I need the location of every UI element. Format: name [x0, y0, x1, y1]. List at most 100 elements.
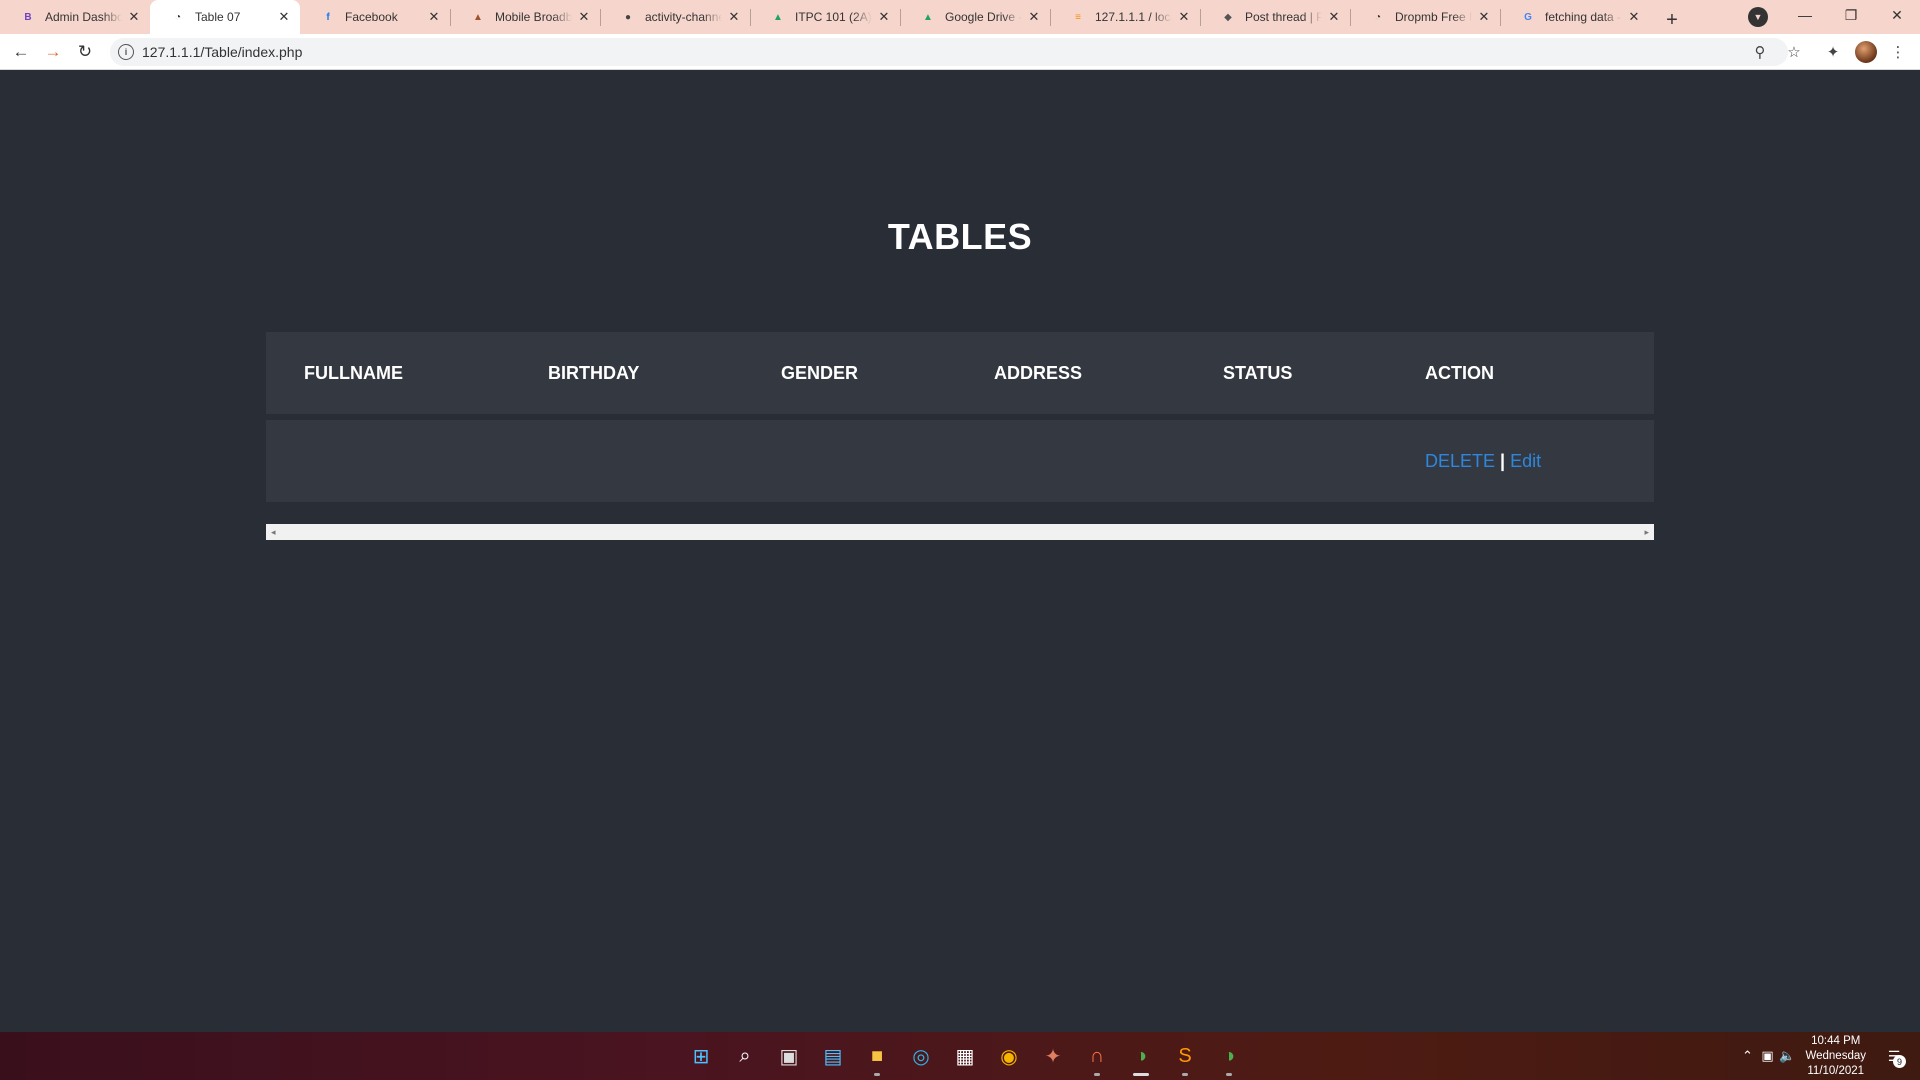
facebook-icon: f	[326, 11, 330, 23]
clock[interactable]: 10:44 PM Wednesday 11/10/2021	[1805, 1034, 1866, 1079]
browser-tab[interactable]: ▲ Mobile Broadba ✕	[450, 0, 600, 34]
bootstrap-icon: B	[24, 11, 32, 23]
column-header-action: ACTION	[1425, 362, 1494, 383]
tab-title: 127.1.1.1 / local	[1095, 10, 1172, 24]
tab-title: Post thread | Pin	[1245, 10, 1322, 24]
notification-center-icon[interactable]: ☰ 9	[1880, 1044, 1908, 1068]
tab-title: Mobile Broadba	[495, 10, 572, 24]
network-icon[interactable]: ▣	[1757, 1048, 1777, 1064]
new-tab-button[interactable]: +	[1658, 6, 1686, 34]
globe-icon: ◔	[174, 11, 182, 23]
google-drive-icon: ▲	[923, 11, 933, 23]
column-header-birthday: BIRTHDAY	[548, 362, 640, 383]
minimize-icon[interactable]: —	[1782, 0, 1828, 30]
tab-close-icon[interactable]: ✕	[1476, 9, 1492, 25]
browser-tab[interactable]: ◔ Table 07 ✕	[150, 0, 300, 34]
tab-title: Google Drive -	[945, 10, 1022, 24]
back-icon[interactable]: ←	[6, 37, 36, 67]
tab-title: ITPC 101 (2A) (2	[795, 10, 872, 24]
tab-close-icon[interactable]: ✕	[1026, 9, 1042, 25]
tab-title: fetching data -	[1545, 10, 1622, 24]
tab-search-icon[interactable]: ▼	[1748, 7, 1768, 27]
globe-icon: ◔	[1374, 11, 1382, 23]
scroll-left-arrow-icon[interactable]: ◂	[266, 527, 281, 538]
forward-icon[interactable]: →	[38, 37, 68, 67]
table-header-row: FULLNAME BIRTHDAY GENDER ADDRESS STATUS …	[266, 332, 1654, 414]
browser-tab[interactable]: ▲ ITPC 101 (2A) (2 ✕	[750, 0, 900, 34]
app-icon[interactable]: ✦	[1031, 1034, 1075, 1078]
tray-overflow-chevron-icon[interactable]: ⌃	[1737, 1048, 1757, 1064]
github-icon: ●	[624, 11, 632, 23]
browser-tab[interactable]: ● activity-channel ✕	[600, 0, 750, 34]
tab-title: Facebook	[345, 10, 398, 24]
taskbar: ⊞ ⌕ ▣ ▤ ■ ◎ ▦ ◉ ✦ ∩ ◑ S ◑ ⌃ ▣ 🔈 10:44 PM Wednesday 1…	[0, 1032, 1920, 1080]
browser-icon[interactable]: ◑	[1119, 1034, 1163, 1078]
tab-title: activity-channel	[645, 10, 722, 24]
google-drive-icon: ▲	[773, 11, 783, 23]
notification-badge: 9	[1893, 1055, 1906, 1068]
restore-icon[interactable]: ❐	[1828, 0, 1874, 30]
window-controls: — ❐ ✕	[1782, 0, 1920, 30]
tab-close-icon[interactable]: ✕	[426, 9, 442, 25]
store-icon[interactable]: ▦	[943, 1034, 987, 1078]
horizontal-scrollbar[interactable]: ◂ ▸	[266, 524, 1654, 540]
headset-icon[interactable]: ∩	[1075, 1034, 1119, 1078]
browser-tab[interactable]: ≡ 127.1.1.1 / local ✕	[1050, 0, 1200, 34]
file-explorer-icon[interactable]: ■	[855, 1034, 899, 1078]
tab-title: Admin Dashboa	[45, 10, 122, 24]
sublime-text-icon[interactable]: S	[1163, 1034, 1207, 1078]
tab-close-icon[interactable]: ✕	[576, 9, 592, 25]
chrome-icon[interactable]: ◉	[987, 1034, 1031, 1078]
task-view-icon[interactable]: ▣	[767, 1034, 811, 1078]
volume-icon[interactable]: 🔈	[1777, 1048, 1797, 1064]
scroll-right-arrow-icon[interactable]: ▸	[1639, 527, 1654, 538]
start-icon[interactable]: ⊞	[679, 1034, 723, 1078]
edge-icon[interactable]: ◎	[899, 1034, 943, 1078]
close-window-icon[interactable]: ✕	[1874, 0, 1920, 30]
edit-link[interactable]: Edit	[1510, 451, 1541, 471]
zoom-icon[interactable]: ⚲	[1750, 42, 1770, 62]
delete-link[interactable]: DELETE	[1425, 451, 1495, 471]
tab-title: Table 07	[195, 10, 241, 24]
data-table: FULLNAME BIRTHDAY GENDER ADDRESS STATUS …	[266, 332, 1654, 502]
google-icon: G	[1524, 11, 1532, 23]
table-row: DELETE | Edit	[266, 420, 1654, 502]
browser-tab[interactable]: Gfetching data - ✕	[1500, 0, 1650, 34]
phpmyadmin-icon: ≡	[1075, 11, 1081, 23]
tab-close-icon[interactable]: ✕	[126, 9, 142, 25]
tab-close-icon[interactable]: ✕	[726, 9, 742, 25]
tab-close-icon[interactable]: ✕	[276, 9, 292, 25]
page-title: TABLES	[887, 216, 1033, 257]
tab-close-icon[interactable]: ✕	[876, 9, 892, 25]
browser-tab[interactable]: ◔ Dropmb Free Fi ✕	[1350, 0, 1500, 34]
browser-tab[interactable]: f Facebook ✕	[300, 0, 450, 34]
cell-action: DELETE | Edit	[1425, 451, 1625, 472]
taskbar-apps: ⊞ ⌕ ▣ ▤ ■ ◎ ▦ ◉ ✦ ∩ ◑ S ◑	[679, 1032, 1251, 1080]
bookmark-star-icon[interactable]: ☆	[1784, 42, 1804, 62]
search-icon[interactable]: ⌕	[723, 1034, 767, 1078]
profile-avatar[interactable]	[1855, 41, 1877, 63]
browser-tab[interactable]: ▲ Google Drive - ✕	[900, 0, 1050, 34]
tab-strip: B Admin Dashboa ✕ ◔ Table 07 ✕ f Facebook ✕ ▲ Mobi…	[0, 0, 1920, 34]
browser-toolbar: ← → ↻ i 127.1.1.1/Table/index.php ⚲ ☆ ✦ …	[0, 34, 1920, 70]
clock-date: 11/10/2021	[1807, 1064, 1865, 1077]
tab-list: B Admin Dashboa ✕ ◔ Table 07 ✕ f Facebook ✕ ▲ Mobi…	[0, 0, 1650, 34]
browser-tab[interactable]: B Admin Dashboa ✕	[0, 0, 150, 34]
reload-icon[interactable]: ↻	[70, 37, 100, 67]
extensions-icon[interactable]: ✦	[1823, 42, 1843, 62]
tab-close-icon[interactable]: ✕	[1176, 9, 1192, 25]
browser-2-icon[interactable]: ◑	[1207, 1034, 1251, 1078]
site-info-icon[interactable]: i	[118, 44, 134, 60]
url-text[interactable]: 127.1.1.1/Table/index.php	[142, 44, 302, 60]
tab-close-icon[interactable]: ✕	[1626, 9, 1642, 25]
tab-close-icon[interactable]: ✕	[1326, 9, 1342, 25]
column-header-fullname: FULLNAME	[304, 362, 403, 383]
forum-icon: ◆	[1224, 11, 1232, 23]
mobile-broadband-icon: ▲	[473, 11, 483, 23]
column-header-status: STATUS	[1223, 362, 1293, 383]
address-bar[interactable]: i 127.1.1.1/Table/index.php ⚲	[110, 38, 1788, 66]
menu-kebab-icon[interactable]: ⋮	[1888, 42, 1908, 62]
widgets-icon[interactable]: ▤	[811, 1034, 855, 1078]
clock-day: Wednesday	[1805, 1049, 1866, 1062]
browser-tab[interactable]: ◆ Post thread | Pin ✕	[1200, 0, 1350, 34]
